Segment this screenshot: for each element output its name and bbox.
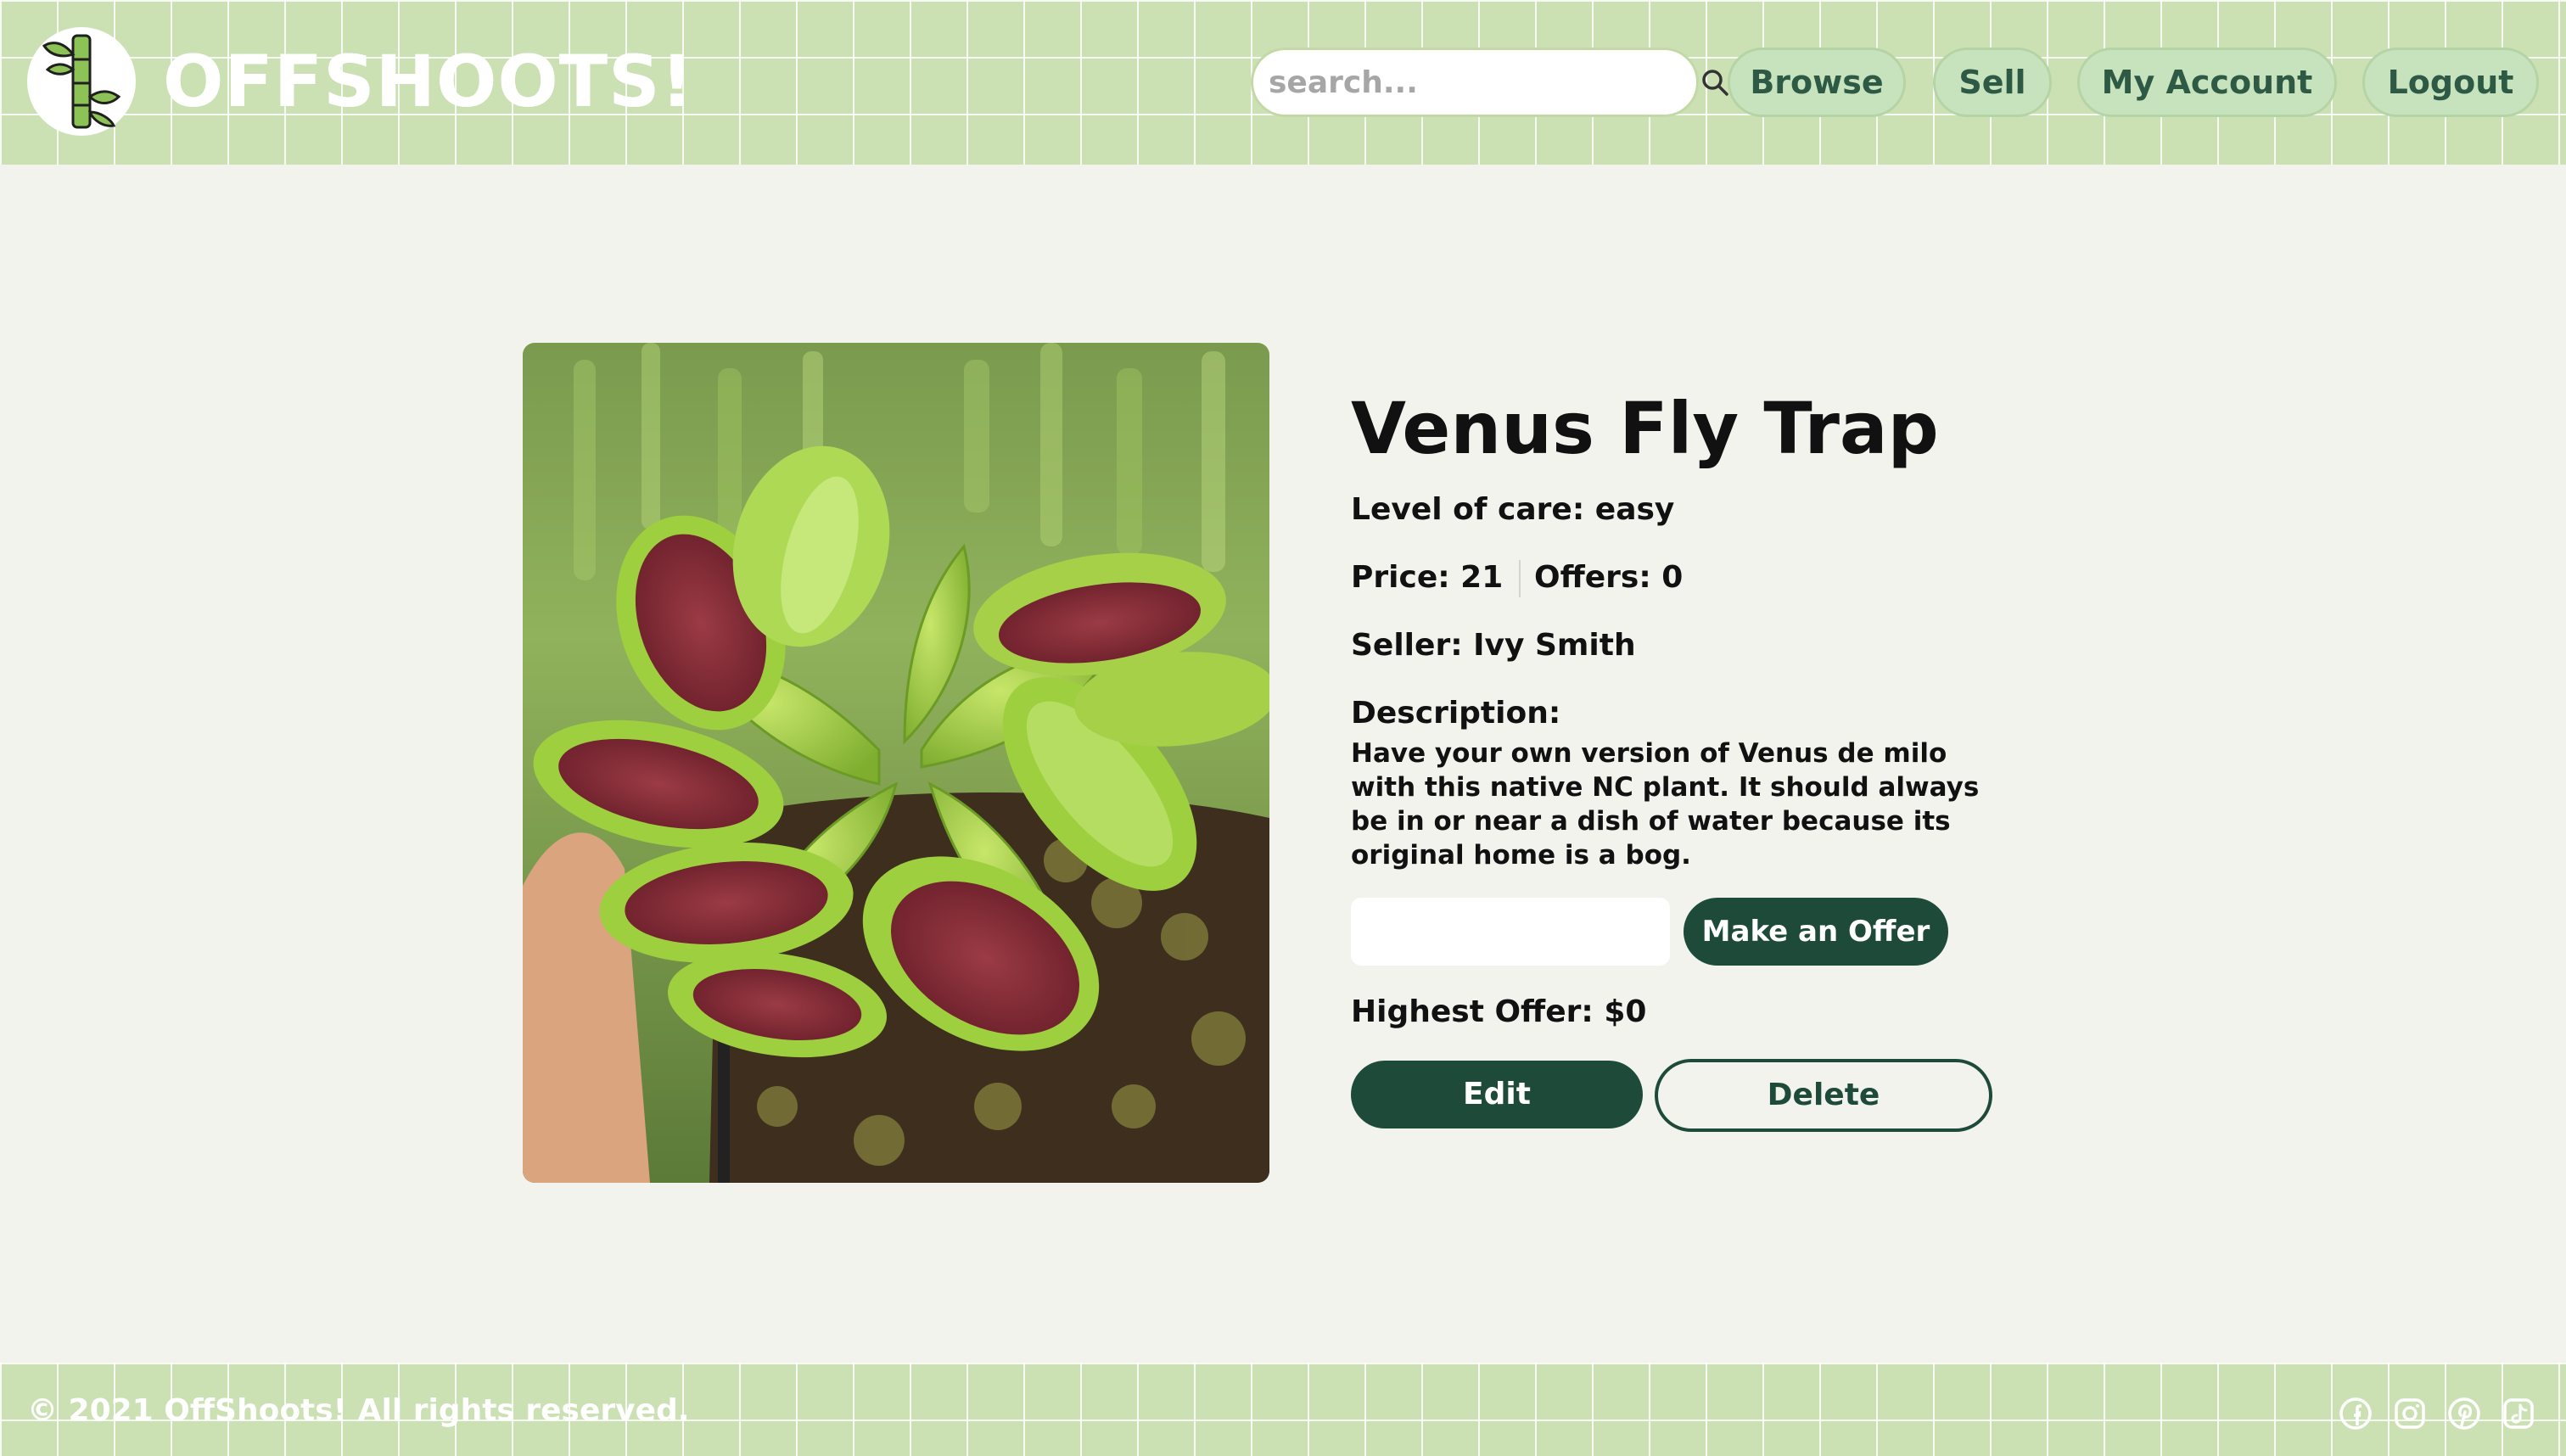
- tiktok-icon[interactable]: [2500, 1395, 2537, 1432]
- description-label: Description:: [1351, 696, 1561, 731]
- nav-my-account-button[interactable]: My Account: [2077, 48, 2337, 117]
- price-offers-divider: [1519, 560, 1521, 597]
- product-image: [523, 343, 1269, 1183]
- site-footer: © 2021 OffShoots! All rights reserved.: [0, 1363, 2566, 1456]
- brand-name[interactable]: OFFSHOOTS!: [163, 37, 694, 126]
- nav-sell-button[interactable]: Sell: [1933, 48, 2052, 117]
- highest-offer: Highest Offer: $0: [1351, 994, 1647, 1029]
- offer-amount-input[interactable]: [1351, 898, 1670, 966]
- instagram-icon[interactable]: [2391, 1395, 2429, 1432]
- pinterest-icon[interactable]: [2446, 1395, 2483, 1432]
- search-input[interactable]: [1269, 64, 1700, 100]
- search-bar: [1251, 48, 1728, 117]
- nav-logout-button[interactable]: Logout: [2362, 48, 2539, 117]
- logo[interactable]: [27, 27, 136, 136]
- delete-button[interactable]: Delete: [1655, 1059, 1992, 1132]
- site-header: OFFSHOOTS! Browse Sell My Account Logout: [0, 0, 2566, 165]
- edit-button[interactable]: Edit: [1351, 1061, 1643, 1128]
- nav-browse-button[interactable]: Browse: [1728, 48, 1906, 117]
- price: Price: 21: [1351, 560, 1504, 595]
- description-text: Have your own version of Venus de milo w…: [1351, 738, 1980, 871]
- make-offer-button[interactable]: Make an Offer: [1684, 898, 1948, 966]
- facebook-icon[interactable]: [2337, 1395, 2374, 1432]
- copyright-text: © 2021 OffShoots! All rights reserved.: [27, 1393, 690, 1428]
- care-level: Level of care: easy: [1351, 492, 1675, 527]
- offers-count: Offers: 0: [1534, 560, 1684, 595]
- seller: Seller: Ivy Smith: [1351, 628, 1636, 663]
- search-icon[interactable]: [1700, 65, 1729, 99]
- bamboo-icon: [42, 34, 121, 129]
- product-title: Venus Fly Trap: [1351, 387, 1939, 470]
